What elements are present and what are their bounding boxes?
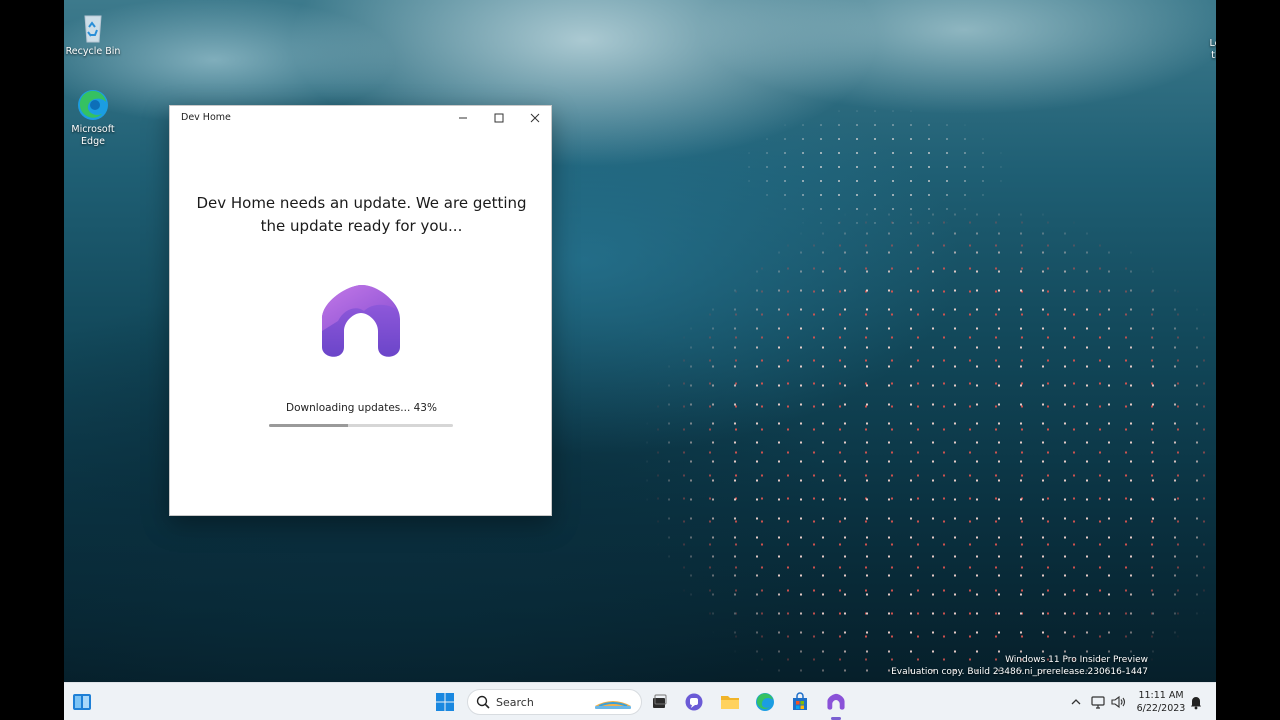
bell-icon (1191, 697, 1201, 710)
recycle-bin-icon (76, 10, 110, 44)
taskbar: Search 11:11 AM 6/22/2023 (64, 682, 1216, 720)
taskbar-search[interactable]: Search (467, 689, 642, 715)
store-icon (793, 692, 807, 710)
flamingo-flock (504, 110, 1216, 680)
dev-home-icon (827, 693, 845, 710)
update-heading: Dev Home needs an update. We are getting… (196, 194, 527, 235)
teams-chat-button[interactable] (682, 690, 706, 714)
close-button[interactable] (517, 106, 553, 130)
file-explorer-button[interactable] (718, 690, 742, 714)
search-icon (476, 695, 490, 709)
maximize-button[interactable] (481, 106, 517, 130)
maximize-icon (494, 113, 504, 123)
speaker-icon (1111, 695, 1126, 709)
edge-icon (76, 88, 110, 122)
chat-icon (685, 693, 703, 711)
minimize-button[interactable] (445, 106, 481, 130)
folder-icon (721, 696, 739, 709)
notifications-button[interactable] (1184, 690, 1208, 714)
store-button[interactable] (788, 690, 812, 714)
build-watermark: Windows 11 Pro Insider Preview Evaluatio… (891, 654, 1148, 678)
recycle-bin-label: Recycle Bin (65, 46, 121, 57)
start-button[interactable] (433, 690, 457, 714)
dev-home-logo-icon (320, 281, 402, 363)
watermark-build: Evaluation copy. Build 23486.ni_prerelea… (891, 667, 1148, 677)
taskbar-clock[interactable]: 11:11 AM 6/22/2023 (1136, 689, 1186, 715)
network-icon (1091, 696, 1105, 709)
task-view-button[interactable] (647, 690, 671, 714)
recycle-bin-shortcut[interactable]: Recycle Bin (64, 10, 128, 58)
clock-date: 6/22/2023 (1136, 703, 1186, 714)
task-view-icon (653, 694, 667, 708)
edge-label: Microsoft Edge (71, 124, 115, 147)
edge-taskbar-button[interactable] (753, 690, 777, 714)
download-status: Downloading updates... 43% (286, 402, 437, 414)
dev-home-taskbar-button[interactable] (824, 690, 848, 714)
widgets-button[interactable] (70, 690, 94, 714)
window-title: Dev Home (181, 112, 231, 123)
windows-logo-icon (436, 693, 454, 711)
search-label: Search (496, 696, 534, 709)
title-bar[interactable]: Dev Home (170, 106, 551, 130)
volume-button[interactable] (1106, 690, 1130, 714)
show-hidden-icons-button[interactable] (1064, 690, 1088, 714)
download-progress-bar (269, 424, 453, 427)
download-progress-fill (269, 424, 349, 427)
search-highlight-icon (595, 701, 631, 709)
chevron-up-icon (1071, 699, 1081, 705)
close-icon (530, 113, 540, 123)
clock-time: 11:11 AM (1138, 690, 1184, 701)
edge-icon (756, 693, 774, 711)
learn-label: Learn about this picture (1209, 38, 1217, 61)
watermark-edition: Windows 11 Pro Insider Preview (1005, 655, 1148, 665)
learn-about-picture[interactable]: Learn about this picture (1204, 8, 1217, 62)
edge-shortcut[interactable]: Microsoft Edge (64, 88, 128, 148)
dev-home-window: Dev Home Dev Home needs an update. We ar… (169, 105, 552, 516)
widgets-icon (73, 694, 91, 710)
minimize-icon (459, 117, 467, 119)
